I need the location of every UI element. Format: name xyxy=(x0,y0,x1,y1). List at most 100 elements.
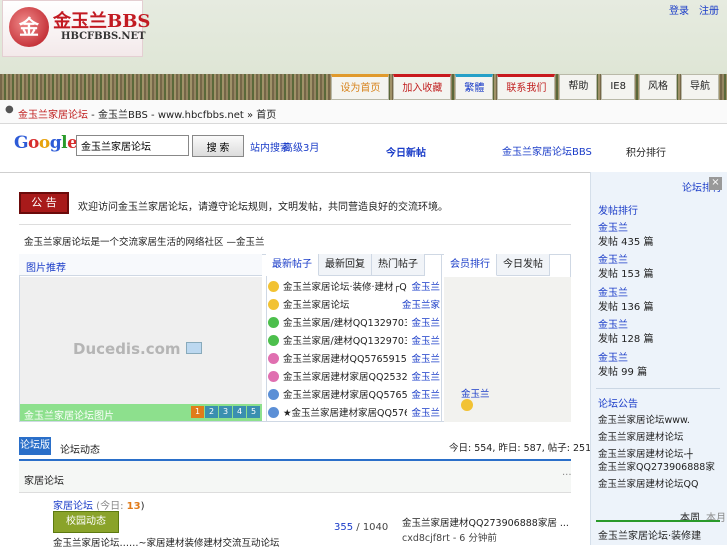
rank-user-link[interactable]: 金玉兰 xyxy=(598,219,628,234)
post-title[interactable]: 金玉兰家居建材家居QQ253265888 xyxy=(283,369,407,383)
thread-count: 355 xyxy=(334,522,354,533)
post-title[interactable]: 金玉兰家居建材家居QQ576591512★建 xyxy=(283,387,407,401)
post-row[interactable]: ★金玉兰家居建材家居QQ57659151 金玉兰 xyxy=(268,403,440,421)
post-bubble-icon xyxy=(268,388,279,400)
nav-tab-help[interactable]: 帮助 xyxy=(559,74,598,100)
top-links: 登录 注册 xyxy=(659,2,719,17)
tab-latest-replies[interactable]: 最新回复 xyxy=(319,254,372,276)
tab-forum-activity[interactable]: 论坛动态 xyxy=(60,441,100,456)
forum-section-title[interactable]: 家居论坛 xyxy=(24,472,64,487)
post-title[interactable]: ★金玉兰家居建材家居QQ57659151 xyxy=(283,405,407,419)
forum-name: 家居论坛 (今日: 13) xyxy=(53,497,144,512)
sidebar-announcement[interactable]: 金玉兰家居建材论坛 xyxy=(598,429,684,443)
forum-stats: 今日: 554, 昨日: 587, 帖子: 2514 xyxy=(449,443,598,454)
search-button[interactable]: 搜 索 xyxy=(192,135,244,157)
post-row[interactable]: 金玉兰家居论坛 金玉兰家 xyxy=(268,295,440,313)
slide-page-button[interactable]: 4 xyxy=(233,406,246,418)
rank-count: 发帖 128 篇 xyxy=(598,334,654,345)
sidebar-hot-link[interactable]: 金玉兰家居论坛·装修建 xyxy=(598,527,701,542)
close-icon[interactable]: × xyxy=(709,177,722,190)
google-logo: Google xyxy=(14,133,78,153)
member-link[interactable]: 金玉兰 xyxy=(461,386,490,400)
post-row[interactable]: 金玉兰家居建材QQ576591512家居金玉兰 xyxy=(268,349,440,367)
nav-tab-favorite[interactable]: 加入收藏 xyxy=(393,74,452,100)
nav-tab-traditional[interactable]: 繁體 xyxy=(455,74,494,100)
rank-count: 发帖 435 篇 xyxy=(598,237,654,248)
image-placeholder-watermark: Ducedis.com xyxy=(73,340,181,358)
search-option-advanced[interactable]: 高级3月 xyxy=(283,139,319,154)
nav-tab-guide[interactable]: 导航 xyxy=(681,74,719,100)
post-author[interactable]: 金玉兰 xyxy=(411,387,440,401)
last-post-meta: cxd8cjf8rt - 6 分钟前 xyxy=(402,533,497,544)
tagline: 金玉兰家居论坛是一个交流家居生活的网络社区 —金玉兰 xyxy=(24,237,265,248)
rank-user-link[interactable]: 金玉兰 xyxy=(598,251,628,266)
slide-page-button[interactable]: 2 xyxy=(205,406,218,418)
forum-description: 金玉兰家居论坛……~家居建材装修建材交流互动论坛 xyxy=(53,538,280,549)
nav-tab-contact[interactable]: 联系我们 xyxy=(497,74,556,100)
slide-page-button[interactable]: 5 xyxy=(247,406,260,418)
post-author[interactable]: 金玉兰 xyxy=(411,279,440,293)
rank-user-link[interactable]: 金玉兰 xyxy=(598,284,628,299)
search-input[interactable] xyxy=(76,135,189,156)
login-link[interactable]: 登录 xyxy=(669,6,689,17)
nav-tab-ie8[interactable]: IE8 xyxy=(601,74,635,100)
post-author[interactable]: 金玉兰 xyxy=(411,333,440,347)
nav-tab-style[interactable]: 风格 xyxy=(639,74,677,100)
sidebar-announcement[interactable]: 金玉兰家居建材论坛QQ xyxy=(598,476,698,490)
forum-banner-image[interactable]: 校园动态 xyxy=(53,511,119,533)
logo-emblem: 金 xyxy=(9,7,49,47)
tab-hot-posts[interactable]: 热门帖子 xyxy=(372,254,425,276)
forum-bbs-link[interactable]: 金玉兰家居论坛BBS xyxy=(502,143,592,158)
todays-posts-link[interactable]: 今日新帖 xyxy=(386,144,426,159)
breadcrumb-rest: - 金玉兰BBS - www.hbcfbbs.net » 首页 xyxy=(88,110,277,121)
rank-user-link[interactable]: 金玉兰 xyxy=(598,316,628,331)
post-row[interactable]: 金玉兰家居建材家居QQ253265888 金玉兰 xyxy=(268,367,440,385)
sidebar-section-title[interactable]: 发帖排行 xyxy=(598,202,638,217)
collapse-icon[interactable]: ··· xyxy=(562,470,572,481)
tab-forum-sections[interactable]: 论坛版块 xyxy=(19,437,51,469)
tab-today-posts[interactable]: 今日发帖 xyxy=(497,254,550,276)
tab-latest-posts[interactable]: 最新帖子 xyxy=(266,254,319,276)
slide-page-button[interactable]: 3 xyxy=(219,406,232,418)
sidebar-section-title[interactable]: 论坛公告 xyxy=(598,395,638,410)
divider xyxy=(596,520,720,522)
post-title[interactable]: 金玉兰家居/建材QQ1329703842家居 xyxy=(283,315,407,329)
post-bubble-icon xyxy=(268,316,279,328)
slide-pager: 1 2 3 4 5 xyxy=(191,406,260,418)
post-title[interactable]: 金玉兰家居建材QQ576591512家居 xyxy=(283,351,407,365)
slide-caption[interactable]: 金玉兰家居论坛图片 xyxy=(24,407,114,422)
points-rank-link[interactable]: 积分排行 xyxy=(626,144,666,159)
post-author[interactable]: 金玉兰 xyxy=(411,369,440,383)
post-title[interactable]: 金玉兰家居论坛 xyxy=(283,297,398,311)
post-author[interactable]: 金玉兰 xyxy=(411,405,440,419)
nav-tab-homepage[interactable]: 设为首页 xyxy=(331,74,390,100)
sidebar-announcement[interactable]: 金玉兰家QQ273906888家 xyxy=(598,459,715,473)
post-row[interactable]: 金玉兰家居建材家居QQ576591512★建金玉兰 xyxy=(268,385,440,403)
post-count: / 1040 xyxy=(353,522,389,533)
tab-member-rank[interactable]: 会员排行 xyxy=(444,254,497,276)
slide-page-button[interactable]: 1 xyxy=(191,406,204,418)
register-link[interactable]: 注册 xyxy=(699,6,719,17)
header: 金 金玉兰BBS HBCFBBS.NET 登录 注册 设为首页 加入收藏 繁體 联… xyxy=(0,0,727,100)
member-tabs: 会员排行 今日发帖 xyxy=(444,254,550,276)
post-title[interactable]: 金玉兰家居论坛·装修·建材┌Q.175815 xyxy=(283,279,407,293)
post-author[interactable]: 金玉兰 xyxy=(411,351,440,365)
post-row[interactable]: 金玉兰家居/建材QQ1329703842家居金玉兰 xyxy=(268,331,440,349)
breadcrumb-site-link[interactable]: 金玉兰家居论坛 xyxy=(18,110,88,121)
last-post-link[interactable]: 金玉兰家居建材QQ273906888家居 ... xyxy=(402,515,569,529)
post-bubble-icon xyxy=(268,280,279,292)
divider xyxy=(19,224,571,225)
sidebar-announcement[interactable]: 金玉兰家居建材论坛-┼ xyxy=(598,446,693,460)
site-logo[interactable]: 金 金玉兰BBS HBCFBBS.NET xyxy=(2,0,150,57)
rank-user-link[interactable]: 金玉兰 xyxy=(598,349,628,364)
post-title[interactable]: 金玉兰家居/建材QQ1329703842家居 xyxy=(283,333,407,347)
post-author[interactable]: 金玉兰家 xyxy=(402,297,440,311)
notice-button[interactable]: 公 告 xyxy=(19,192,69,214)
post-row[interactable]: 金玉兰家居/建材QQ1329703842家居金玉兰 xyxy=(268,313,440,331)
post-row[interactable]: 金玉兰家居论坛·装修·建材┌Q.175815 金玉兰 xyxy=(268,277,440,295)
tab-image-recommend[interactable]: 图片推荐 xyxy=(26,259,66,274)
forum-section-header xyxy=(19,461,571,493)
post-author[interactable]: 金玉兰 xyxy=(411,315,440,329)
forum-today-suffix: ) xyxy=(140,501,145,512)
sidebar-announcement[interactable]: 金玉兰家居论坛www. xyxy=(598,412,690,426)
